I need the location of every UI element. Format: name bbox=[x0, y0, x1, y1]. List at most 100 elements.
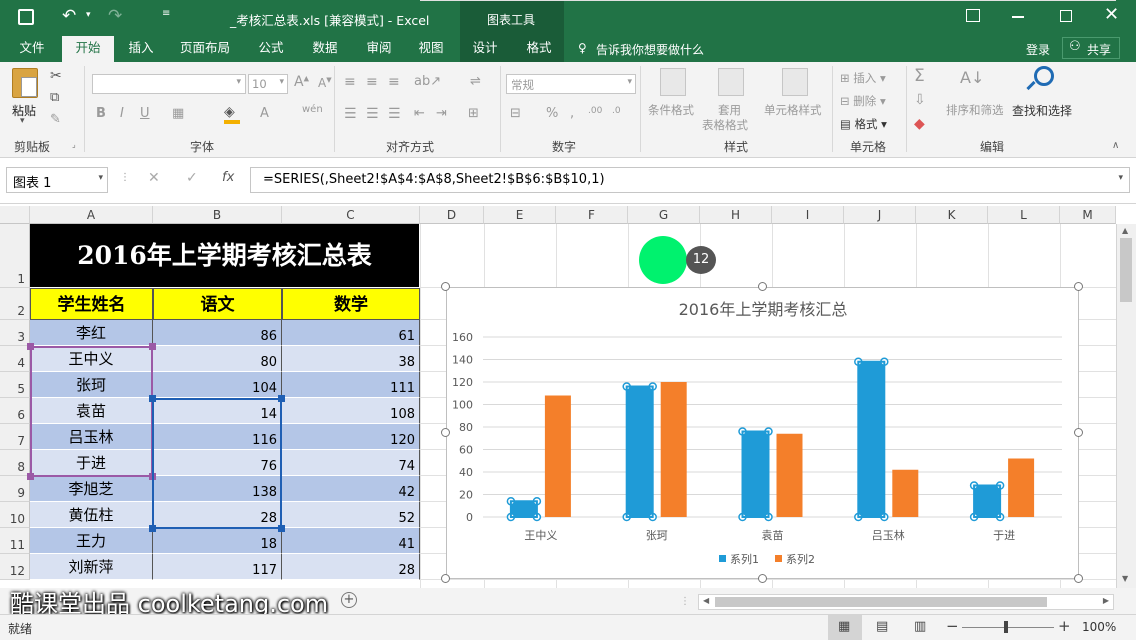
column-header-g[interactable]: G bbox=[628, 206, 700, 224]
sort-filter-button[interactable]: 排序和筛选 bbox=[946, 102, 1004, 118]
zoom-slider[interactable] bbox=[962, 627, 1054, 628]
header-cell[interactable]: 学生姓名 bbox=[30, 288, 153, 320]
chart-resize-handle[interactable] bbox=[1074, 428, 1083, 437]
comma-style-icon[interactable]: , bbox=[570, 106, 574, 121]
share-button[interactable]: ⚇ 共享 bbox=[1062, 37, 1120, 59]
decrease-decimal-icon[interactable]: .0 bbox=[612, 106, 621, 116]
conditional-format-button[interactable]: 条件格式 bbox=[648, 102, 694, 118]
score-cell[interactable]: 42 bbox=[282, 476, 420, 502]
name-cell[interactable]: 刘新萍 bbox=[30, 554, 153, 580]
zoom-out-icon[interactable]: − bbox=[946, 617, 959, 635]
chart-resize-handle[interactable] bbox=[1074, 282, 1083, 291]
middle-align-icon[interactable]: ≡ bbox=[366, 74, 378, 90]
tab-design[interactable]: 设计 bbox=[462, 36, 508, 62]
row-header-12[interactable]: 12 bbox=[0, 554, 30, 580]
align-left-icon[interactable]: ☰ bbox=[344, 106, 357, 122]
font-name-select[interactable]: ▾ bbox=[92, 74, 246, 94]
confirm-entry-icon[interactable]: ✓ bbox=[186, 170, 198, 186]
customize-toolbar-icon[interactable]: ≡ bbox=[162, 8, 170, 19]
column-header-c[interactable]: C bbox=[282, 206, 420, 224]
minimize-icon[interactable] bbox=[1012, 16, 1024, 18]
score-cell[interactable]: 28 bbox=[282, 554, 420, 580]
header-cell[interactable]: 语文 bbox=[153, 288, 282, 320]
select-all-corner[interactable] bbox=[0, 206, 30, 224]
bar-series1[interactable] bbox=[974, 485, 1001, 518]
name-cell[interactable]: 王力 bbox=[30, 528, 153, 554]
cancel-entry-icon[interactable]: ✕ bbox=[148, 170, 160, 186]
score-cell[interactable]: 38 bbox=[282, 346, 420, 372]
bar-series2[interactable] bbox=[544, 395, 571, 518]
name-cell[interactable]: 李红 bbox=[30, 320, 153, 346]
collapse-ribbon-icon[interactable]: ∧ bbox=[1112, 140, 1119, 151]
tab-review[interactable]: 审阅 bbox=[356, 36, 402, 62]
vertical-scroll-thumb[interactable] bbox=[1120, 238, 1132, 302]
grow-font-icon[interactable]: A▲ bbox=[294, 74, 309, 90]
row-header-3[interactable]: 3 bbox=[0, 320, 30, 346]
find-select-icon[interactable] bbox=[1034, 66, 1054, 86]
undo-dropdown-icon[interactable]: ▾ bbox=[86, 10, 91, 20]
bar-series2[interactable] bbox=[776, 433, 803, 517]
row-header-2[interactable]: 2 bbox=[0, 288, 30, 320]
align-center-icon[interactable]: ☰ bbox=[366, 106, 379, 122]
score-cell[interactable]: 61 bbox=[282, 320, 420, 346]
format-painter-icon[interactable]: ✎ bbox=[50, 112, 61, 127]
wrap-text-icon[interactable]: ⇌ bbox=[470, 74, 481, 89]
save-icon[interactable] bbox=[18, 9, 34, 25]
name-box[interactable]: 图表 1 ▾ bbox=[6, 167, 108, 193]
bar-series1[interactable] bbox=[626, 386, 653, 518]
column-header-d[interactable]: D bbox=[420, 206, 484, 224]
page-layout-view-icon[interactable]: ▤ bbox=[876, 619, 888, 634]
column-header-l[interactable]: L bbox=[988, 206, 1060, 224]
cell-style-button[interactable]: 单元格样式 bbox=[764, 102, 822, 118]
range-resize-handle[interactable] bbox=[149, 525, 156, 532]
tab-file[interactable]: 文件 bbox=[8, 36, 56, 62]
autosum-icon[interactable]: Σ bbox=[914, 66, 925, 86]
column-header-b[interactable]: B bbox=[153, 206, 282, 224]
top-align-icon[interactable]: ≡ bbox=[344, 74, 356, 90]
tab-page-layout[interactable]: 页面布局 bbox=[172, 36, 238, 62]
row-header-11[interactable]: 11 bbox=[0, 528, 30, 554]
score-cell[interactable]: 18 bbox=[153, 528, 282, 554]
chart-resize-handle[interactable] bbox=[441, 282, 450, 291]
row-header-10[interactable]: 10 bbox=[0, 502, 30, 528]
column-header-k[interactable]: K bbox=[916, 206, 988, 224]
score-cell[interactable]: 52 bbox=[282, 502, 420, 528]
range-resize-handle[interactable] bbox=[278, 395, 285, 402]
paste-dropdown-icon[interactable]: ▾ bbox=[20, 116, 25, 126]
chart-resize-handle[interactable] bbox=[441, 574, 450, 583]
zoom-level[interactable]: 100% bbox=[1082, 620, 1116, 634]
column-header-m[interactable]: M bbox=[1060, 206, 1116, 224]
bar-series1[interactable] bbox=[858, 361, 885, 517]
row-header-1[interactable]: 1 bbox=[0, 224, 30, 288]
align-right-icon[interactable]: ☰ bbox=[388, 106, 401, 122]
chart-resize-handle[interactable] bbox=[441, 428, 450, 437]
shrink-font-icon[interactable]: A▼ bbox=[318, 76, 332, 90]
column-header-h[interactable]: H bbox=[700, 206, 772, 224]
row-header-4[interactable]: 4 bbox=[0, 346, 30, 372]
tab-format[interactable]: 格式 bbox=[516, 36, 562, 62]
score-cell[interactable]: 117 bbox=[153, 554, 282, 580]
underline-icon[interactable]: U bbox=[140, 106, 150, 121]
row-header-8[interactable]: 8 bbox=[0, 450, 30, 476]
chart-resize-handle[interactable] bbox=[758, 282, 767, 291]
delete-cells-button[interactable]: ⊟ 删除 ▾ bbox=[840, 93, 886, 109]
column-header-f[interactable]: F bbox=[556, 206, 628, 224]
formula-input[interactable]: =SERIES(,Sheet2!$A$4:$A$8,Sheet2!$B$6:$B… bbox=[250, 167, 1130, 193]
bar-series2[interactable] bbox=[660, 382, 687, 517]
chart-resize-handle[interactable] bbox=[1074, 574, 1083, 583]
bar-series2[interactable] bbox=[1008, 458, 1035, 518]
tell-me-box[interactable]: 告诉我你想要做什么 bbox=[596, 41, 704, 58]
clear-icon[interactable]: ◆ bbox=[914, 116, 925, 132]
bold-icon[interactable]: B bbox=[96, 106, 106, 121]
tab-view[interactable]: 视图 bbox=[408, 36, 454, 62]
column-header-i[interactable]: I bbox=[772, 206, 844, 224]
italic-icon[interactable]: I bbox=[120, 106, 124, 121]
fill-icon[interactable]: ⇩ bbox=[914, 92, 926, 108]
login-link[interactable]: 登录 bbox=[1026, 41, 1050, 58]
accounting-format-icon[interactable]: ⊟ bbox=[510, 106, 521, 121]
decrease-indent-icon[interactable]: ⇤ bbox=[414, 106, 425, 121]
tab-data[interactable]: 数据 bbox=[302, 36, 348, 62]
cut-icon[interactable]: ✂ bbox=[50, 68, 62, 84]
name-cell[interactable]: 黄伍柱 bbox=[30, 502, 153, 528]
column-header-j[interactable]: J bbox=[844, 206, 916, 224]
